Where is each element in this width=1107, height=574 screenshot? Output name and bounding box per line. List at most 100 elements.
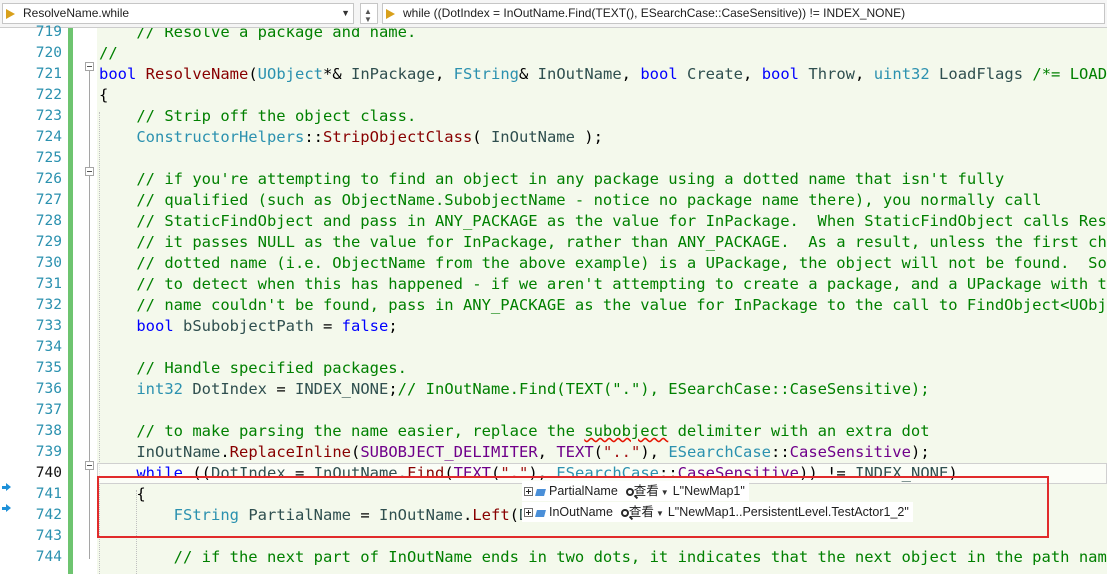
magnifier-icon[interactable] <box>625 487 634 496</box>
line-number: 722 <box>35 87 62 103</box>
code-line[interactable]: // <box>99 43 118 64</box>
line-number: 724 <box>35 129 62 145</box>
datatip-value[interactable]: L"NewMap1" <box>673 484 745 498</box>
code-token: bool <box>640 65 678 83</box>
code-token: FString <box>453 65 519 83</box>
datatip-row[interactable]: PartialName 查看 ▼ L"NewMap1" <box>522 481 749 501</box>
function-icon <box>6 9 15 19</box>
datatip-variable-name: PartialName <box>549 484 618 498</box>
code-token: // if you're attempting to find an objec… <box>99 170 1005 188</box>
code-line[interactable]: // if you're attempting to find an objec… <box>99 169 1004 190</box>
code-token: ".." <box>603 443 641 461</box>
magnifier-icon[interactable] <box>620 508 629 517</box>
code-token: TEXT <box>556 443 594 461</box>
code-line[interactable]: // dotted name (i.e. ObjectName from the… <box>99 253 1107 274</box>
code-line[interactable]: bool bSubobjectPath = false; <box>99 316 398 337</box>
code-token: InPackage <box>351 65 435 83</box>
expand-icon[interactable] <box>524 487 533 497</box>
line-number: 726 <box>35 171 62 187</box>
code-token: // qualified (such as ObjectName.Subobje… <box>99 191 1042 209</box>
code-token: ), <box>640 443 669 461</box>
code-token: INDEX_NONE <box>295 380 389 398</box>
code-line[interactable]: // it passes NULL as the value for InPac… <box>99 232 1107 253</box>
code-line[interactable]: int32 DotIndex = INDEX_NONE;// InOutName… <box>99 379 930 400</box>
code-line[interactable]: // StaticFindObject and pass in ANY_PACK… <box>99 211 1107 232</box>
member-icon <box>386 9 395 19</box>
code-token: CaseSensitive <box>789 443 911 461</box>
scope-combo-value: ResolveName.while <box>23 6 130 20</box>
code-token: bool <box>99 317 174 335</box>
code-line[interactable]: // if the next part of InOutName ends in… <box>99 547 1107 568</box>
code-line[interactable]: InOutName.ReplaceInline(SUBOBJECT_DELIMI… <box>99 442 929 463</box>
outline-guide <box>89 71 90 559</box>
collapse-icon[interactable] <box>85 62 94 71</box>
code-line[interactable]: // Resolve a package and name. <box>99 28 416 43</box>
line-number: 719 <box>35 24 62 40</box>
line-number: 728 <box>35 213 62 229</box>
line-number: 738 <box>35 423 62 439</box>
code-line[interactable]: // to make parsing the name easier, repl… <box>99 421 930 442</box>
code-line[interactable]: // to detect when this has happened - if… <box>99 274 1107 295</box>
code-token: , <box>537 443 557 461</box>
code-token: . <box>220 443 230 461</box>
line-number: 729 <box>35 234 62 250</box>
code-token: ); <box>574 128 603 146</box>
code-line[interactable]: // qualified (such as ObjectName.Subobje… <box>99 190 1042 211</box>
collapse-icon[interactable] <box>85 167 94 176</box>
code-line[interactable]: bool ResolveName(UObject*& InPackage, FS… <box>99 64 1107 85</box>
code-token: , <box>855 65 874 83</box>
scope-combo[interactable]: ResolveName.while ▼ <box>2 3 354 24</box>
split-combo-arrows[interactable]: ▲ ▼ <box>360 3 378 24</box>
code-token: ( <box>248 65 258 83</box>
datatip-view-label[interactable]: 查看 <box>634 484 659 498</box>
code-token: int32 <box>99 380 183 398</box>
code-token: & <box>519 65 538 83</box>
line-number: 740 <box>35 465 62 481</box>
expand-icon[interactable] <box>524 508 533 518</box>
datatip-row[interactable]: InOutName 查看 ▼ L"NewMap1..PersistentLevel.T… <box>522 502 913 522</box>
code-token: Throw <box>808 65 856 83</box>
code-token: *& <box>323 65 351 83</box>
line-number: 736 <box>35 381 62 397</box>
code-token: ReplaceInline <box>229 443 351 461</box>
outlining-margin <box>73 28 97 574</box>
line-number: 734 <box>35 339 62 355</box>
chevron-down-icon[interactable]: ▼ <box>341 4 350 23</box>
code-line[interactable]: // Handle specified packages. <box>99 358 407 379</box>
code-token: // InOutName.Find(TEXT("."), ESearchCase… <box>397 380 930 398</box>
chevron-down-icon[interactable]: ▼ <box>656 504 664 524</box>
code-token: subobject <box>584 422 669 440</box>
code-token: ; <box>388 317 398 335</box>
line-number: 742 <box>35 507 62 523</box>
code-line[interactable]: // Strip off the object class. <box>99 106 416 127</box>
chevron-down-icon[interactable]: ▼ <box>364 10 372 23</box>
code-token: delimiter with an extra dot <box>668 422 930 440</box>
code-token: InOutName <box>537 65 622 83</box>
datatip-view-label[interactable]: 查看 <box>629 505 654 519</box>
collapse-icon[interactable] <box>85 461 94 470</box>
variable-icon <box>535 508 546 518</box>
code-token: // Strip off the object class. <box>99 107 417 125</box>
line-number: 720 <box>35 45 62 61</box>
line-number: 730 <box>35 255 62 271</box>
code-token: ConstructorHelpers <box>99 128 305 146</box>
code-token: , <box>743 65 762 83</box>
variable-icon <box>535 487 546 497</box>
code-token: { <box>99 86 109 104</box>
chevron-down-icon[interactable]: ▼ <box>661 483 669 503</box>
code-line[interactable]: // name couldn't be found, pass in ANY_P… <box>99 295 1107 316</box>
code-token: , <box>621 65 641 83</box>
code-token: // to detect when this has happened - if… <box>99 275 1107 293</box>
member-combo-value: while ((DotIndex = InOutName.Find(TEXT()… <box>403 6 906 20</box>
code-token: // Resolve a package and name. <box>99 28 417 41</box>
glyph-margin[interactable] <box>0 28 18 574</box>
datatip-value[interactable]: L"NewMap1..PersistentLevel.TestActor1_2" <box>668 505 909 519</box>
code-line[interactable]: ConstructorHelpers::StripObjectClass( In… <box>99 127 603 148</box>
line-number: 733 <box>35 318 62 334</box>
line-number: 732 <box>35 297 62 313</box>
code-line[interactable]: { <box>99 85 108 106</box>
member-combo[interactable]: while ((DotIndex = InOutName.Find(TEXT()… <box>382 3 1105 24</box>
